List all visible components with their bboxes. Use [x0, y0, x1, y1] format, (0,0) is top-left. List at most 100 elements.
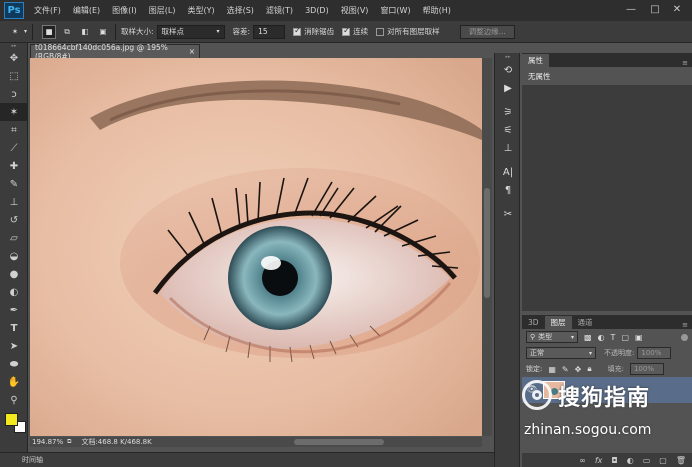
link-layers-icon[interactable]: ∞	[579, 456, 586, 465]
panel-menu-icon[interactable]: ≡	[682, 321, 688, 329]
filter-smart-icon[interactable]: ▣	[635, 333, 643, 342]
blend-row: 正常 ▾ 不透明度: 100%	[522, 345, 692, 361]
eyedropper-tool-icon[interactable]: ⟋	[0, 139, 28, 157]
document-tab[interactable]: t018664cbf140dc056a.jpg @ 195%(RGB/8#) ×	[30, 43, 200, 61]
paragraph-icon[interactable]: ¶	[495, 181, 521, 199]
menu-help[interactable]: 帮助(H)	[417, 5, 457, 16]
maximize-icon[interactable]: □	[644, 0, 666, 18]
menu-image[interactable]: 图像(I)	[106, 5, 143, 16]
menu-view[interactable]: 视图(V)	[335, 5, 375, 16]
menu-window[interactable]: 窗口(W)	[374, 5, 416, 16]
menu-file[interactable]: 文件(F)	[28, 5, 67, 16]
sample-all-layers-checkbox[interactable]	[376, 27, 385, 36]
export-icon[interactable]: ⧉	[67, 438, 71, 446]
type-tool-icon[interactable]: T	[0, 319, 28, 337]
move-tool-icon[interactable]: ✥	[0, 49, 28, 67]
antialias-checkbox[interactable]	[293, 26, 302, 36]
fill-input[interactable]: 100%	[629, 363, 664, 375]
tab-channels[interactable]: 通道	[572, 316, 599, 329]
layer-kind-select[interactable]: ⚲ 类型 ▾	[526, 331, 578, 343]
filter-toggle-icon[interactable]	[681, 333, 688, 341]
filter-pixel-icon[interactable]: ▩	[584, 333, 592, 342]
fx-icon[interactable]: fx	[595, 456, 603, 465]
close-icon[interactable]: ✕	[666, 0, 688, 18]
history-brush-tool-icon[interactable]: ↺	[0, 211, 28, 229]
panel-grip[interactable]: ▸▸	[495, 53, 521, 61]
crop-tool-icon[interactable]: ⌗	[0, 121, 28, 139]
image-canvas[interactable]	[30, 58, 482, 436]
panel-menu-icon[interactable]: ≡	[682, 59, 688, 67]
blend-mode-select[interactable]: 正常 ▾	[526, 347, 596, 359]
layer-filter-row: ⚲ 类型 ▾ ▩ ◐ T ▢ ▣	[522, 329, 692, 345]
hand-tool-icon[interactable]: ✋	[0, 373, 28, 391]
menu-edit[interactable]: 编辑(E)	[67, 5, 106, 16]
brush-tool-icon[interactable]: ✎	[0, 175, 28, 193]
character-icon[interactable]: A|	[495, 163, 521, 181]
horizontal-scrollbar[interactable]	[174, 437, 482, 447]
foreground-color-swatch[interactable]	[5, 413, 18, 426]
brush-presets-icon[interactable]: ⚟	[495, 121, 521, 139]
menu-3d[interactable]: 3D(D)	[299, 6, 335, 15]
adjustment-layer-icon[interactable]: ◐	[627, 456, 634, 465]
sample-size-select[interactable]: 取样点 ▾	[156, 24, 225, 39]
new-selection-icon[interactable]: ■	[42, 24, 57, 39]
zoom-tool-icon[interactable]: ⚲	[0, 391, 28, 409]
healing-brush-tool-icon[interactable]: ✚	[0, 157, 28, 175]
add-selection-icon[interactable]: ⧉	[60, 25, 74, 39]
lock-all-icon[interactable]: 🔒︎	[587, 364, 591, 374]
path-selection-tool-icon[interactable]: ➤	[0, 337, 28, 355]
marquee-tool-icon[interactable]: ⬚	[0, 67, 28, 85]
new-group-icon[interactable]: ▭	[643, 456, 651, 465]
chevron-down-icon[interactable]: ▾	[24, 28, 27, 35]
sogou-logo-icon	[522, 380, 552, 410]
zoom-level[interactable]: 194.87%	[32, 438, 63, 446]
eraser-tool-icon[interactable]: ▱	[0, 229, 28, 247]
tab-layers[interactable]: 图层	[544, 316, 572, 329]
clone-source-icon[interactable]: ⊥	[495, 139, 521, 157]
menu-select[interactable]: 选择(S)	[221, 5, 260, 16]
blur-tool-icon[interactable]: ●	[0, 265, 28, 283]
chevron-down-icon: ▾	[570, 333, 574, 341]
filter-type-icon[interactable]: T	[611, 333, 616, 342]
scroll-thumb[interactable]	[294, 439, 384, 445]
tab-properties[interactable]: 属性	[522, 54, 549, 67]
delete-layer-icon[interactable]: 🗑︎	[676, 456, 686, 465]
contiguous-checkbox[interactable]	[342, 26, 351, 36]
add-mask-icon[interactable]: ◘	[611, 456, 617, 465]
magic-wand-icon[interactable]: ✶	[8, 25, 22, 39]
tool-presets-icon[interactable]: ✂	[495, 205, 521, 223]
filter-shape-icon[interactable]: ▢	[621, 333, 629, 342]
document-size: 文档:468.8 K/468.8K	[81, 438, 152, 446]
menu-type[interactable]: 类型(Y)	[181, 5, 220, 16]
lasso-tool-icon[interactable]: ↄ	[0, 85, 28, 103]
menu-layer[interactable]: 图层(L)	[143, 5, 182, 16]
lock-position-icon[interactable]: ✥	[575, 365, 582, 374]
tolerance-label: 容差:	[232, 27, 251, 36]
timeline-tab[interactable]: 时间轴	[22, 455, 43, 465]
magic-wand-tool-icon[interactable]: ✶	[0, 103, 28, 121]
opacity-input[interactable]: 100%	[637, 347, 672, 359]
dodge-tool-icon[interactable]: ◐	[0, 283, 28, 301]
actions-icon[interactable]: ▶	[495, 79, 521, 97]
tab-3d[interactable]: 3D	[522, 316, 545, 329]
minimize-icon[interactable]: —	[620, 0, 642, 18]
subtract-selection-icon[interactable]: ◧	[78, 25, 92, 39]
vertical-scrollbar[interactable]	[482, 58, 492, 436]
paint-bucket-tool-icon[interactable]: ◒	[0, 247, 28, 265]
new-layer-icon[interactable]: ▢	[659, 456, 667, 465]
scroll-thumb[interactable]	[484, 188, 490, 298]
history-icon[interactable]: ⟲	[495, 61, 521, 79]
filter-adjust-icon[interactable]: ◐	[598, 333, 605, 342]
intersect-selection-icon[interactable]: ▣	[96, 25, 110, 39]
close-icon[interactable]: ×	[189, 47, 195, 56]
clone-stamp-tool-icon[interactable]: ⊥	[0, 193, 28, 211]
pen-tool-icon[interactable]: ✒	[0, 301, 28, 319]
adjustments-icon[interactable]: ⚞	[495, 103, 521, 121]
sogou-watermark: 搜狗指南 zhinan.sogou.com	[522, 378, 692, 448]
menu-filter[interactable]: 滤镜(T)	[260, 5, 299, 16]
lock-transparency-icon[interactable]: ▦	[548, 365, 556, 374]
tolerance-input[interactable]: 15	[253, 24, 286, 39]
shape-tool-icon[interactable]: ⬬	[0, 355, 28, 373]
lock-pixels-icon[interactable]: ✎	[562, 365, 569, 374]
refine-edge-button[interactable]: 调整边缘...	[459, 24, 515, 39]
